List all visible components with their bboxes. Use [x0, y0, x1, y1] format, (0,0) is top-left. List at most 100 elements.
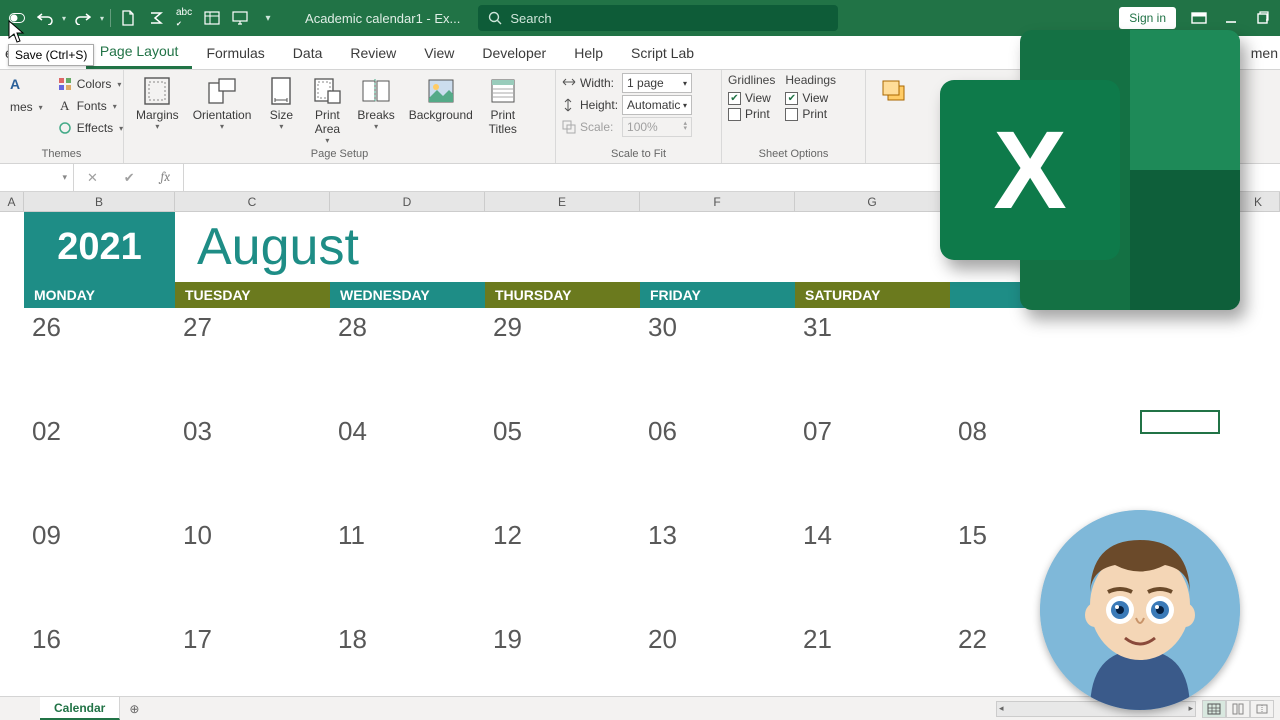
day-cell[interactable]: 05 [485, 412, 640, 516]
tab-formulas[interactable]: Formulas [192, 36, 278, 69]
tab-data[interactable]: Data [279, 36, 337, 69]
gridlines-print-checkbox[interactable]: Print [728, 107, 775, 121]
fonts-dropdown[interactable]: AFonts▾ [53, 95, 127, 117]
search-box[interactable]: Search [478, 5, 838, 31]
day-cell[interactable]: 17First Day of [175, 620, 330, 696]
day-cell[interactable]: 20 [640, 620, 795, 696]
col-d[interactable]: D [330, 192, 485, 211]
dow-tue[interactable]: TUESDAY [175, 282, 330, 308]
day-cell[interactable]: 12 [485, 516, 640, 620]
cancel-icon[interactable]: ✕ [87, 170, 98, 186]
minimize-button[interactable] [1222, 9, 1240, 27]
orientation-button[interactable]: Orientation▾ [187, 73, 258, 132]
normal-view-icon[interactable] [1202, 700, 1226, 718]
day-cell[interactable]: 27 [175, 308, 330, 412]
height-dropdown[interactable]: Automatic▾ [622, 95, 692, 115]
dow-sat[interactable]: SATURDAY [795, 282, 950, 308]
day-cell[interactable]: 11 [330, 516, 485, 620]
orientation-icon [206, 75, 238, 107]
col-a[interactable]: A [0, 192, 24, 211]
col-k[interactable]: K [1237, 192, 1280, 211]
day-cell[interactable]: 18 [330, 620, 485, 696]
col-g[interactable]: G [795, 192, 950, 211]
breaks-button[interactable]: Breaks▾ [351, 73, 400, 132]
day-cell[interactable]: 10 [175, 516, 330, 620]
tab-comments-cut[interactable]: men [1247, 36, 1280, 69]
day-cell[interactable]: 30 [640, 308, 795, 412]
ribbon-display-icon[interactable] [1190, 9, 1208, 27]
page-layout-view-icon[interactable] [1226, 700, 1250, 718]
width-dropdown[interactable]: 1 page▾ [622, 73, 692, 93]
new-sheet-button[interactable]: ⊕ [120, 702, 148, 716]
col-b[interactable]: B [24, 192, 175, 211]
print-area-icon [311, 75, 343, 107]
tab-script-lab[interactable]: Script Lab [617, 36, 708, 69]
autosum-icon[interactable] [145, 7, 167, 29]
margins-icon [141, 75, 173, 107]
sheet-tab-calendar[interactable]: Calendar [40, 697, 120, 720]
col-f[interactable]: F [640, 192, 795, 211]
bring-forward-cut[interactable] [872, 73, 916, 109]
group-scale-to-fit: Width: 1 page▾ Height: Automatic▾ Scale:… [556, 70, 722, 163]
day-cell[interactable]: 04 [330, 412, 485, 516]
fx-icon[interactable]: fx [161, 170, 171, 185]
background-button[interactable]: Background [403, 73, 479, 125]
dow-wed[interactable]: WEDNESDAY [330, 282, 485, 308]
print-titles-button[interactable]: Print Titles [481, 73, 525, 139]
tab-developer[interactable]: Developer [468, 36, 560, 69]
redo-button[interactable] [72, 7, 94, 29]
autosave-toggle[interactable] [6, 7, 28, 29]
width-label: Width: [580, 76, 618, 90]
tab-review[interactable]: Review [336, 36, 410, 69]
size-button[interactable]: Size▾ [259, 73, 303, 132]
dow-fri[interactable]: FRIDAY [640, 282, 795, 308]
gridlines-view-checkbox[interactable]: ✔View [728, 91, 775, 105]
headings-view-checkbox[interactable]: ✔View [785, 91, 836, 105]
day-cell[interactable]: 03 [175, 412, 330, 516]
effects-dropdown[interactable]: Effects▾ [53, 117, 127, 139]
day-cell[interactable]: 19 [485, 620, 640, 696]
group-label-themes: Themes [6, 146, 117, 163]
save-tooltip: Save (Ctrl+S) [8, 44, 94, 66]
dow-mon[interactable]: MONDAY [24, 282, 175, 308]
tab-help[interactable]: Help [560, 36, 617, 69]
day-cell[interactable]: 06 [640, 412, 795, 516]
undo-button[interactable] [34, 7, 56, 29]
dow-thu[interactable]: THURSDAY [485, 282, 640, 308]
col-c[interactable]: C [175, 192, 330, 211]
tab-view[interactable]: View [410, 36, 468, 69]
new-file-icon[interactable] [117, 7, 139, 29]
enter-icon[interactable]: ✔ [124, 170, 135, 186]
day-cell[interactable]: 16 [24, 620, 175, 696]
margins-button[interactable]: Margins▾ [130, 73, 185, 132]
day-cell[interactable]: 28 [330, 308, 485, 412]
day-cell[interactable]: 02 [24, 412, 175, 516]
maximize-button[interactable] [1254, 9, 1272, 27]
colors-dropdown[interactable]: Colors▾ [53, 73, 127, 95]
day-cell[interactable]: 09 [24, 516, 175, 620]
sheet-tab-bar: Calendar ⊕ [0, 696, 1280, 720]
col-e[interactable]: E [485, 192, 640, 211]
signin-button[interactable]: Sign in [1119, 7, 1176, 29]
day-cell[interactable]: 26 [24, 308, 175, 412]
day-cell[interactable]: 21Assembly 10:00 [795, 620, 950, 696]
excel-logo-overlay: X [940, 30, 1240, 330]
page-break-view-icon[interactable] [1250, 700, 1274, 718]
day-cell[interactable]: 31 [795, 308, 950, 412]
spellcheck-icon[interactable]: abc✔ [173, 7, 195, 29]
day-cell[interactable]: 07 [795, 412, 950, 516]
day-cell[interactable]: 13 [640, 516, 795, 620]
print-area-button[interactable]: Print Area▾ [305, 73, 349, 145]
themes-aa-cut[interactable]: A [6, 73, 47, 95]
day-cell[interactable]: 08 [950, 412, 1107, 516]
headings-print-checkbox[interactable]: Print [785, 107, 836, 121]
year-cell[interactable]: 2021 [24, 212, 175, 282]
draw-table-icon[interactable] [201, 7, 223, 29]
name-box[interactable] [0, 164, 74, 191]
tab-page-layout[interactable]: Page Layout [86, 36, 193, 69]
qat-customize[interactable]: ▾ [257, 7, 279, 29]
themes-mes-cut[interactable]: mes▾ [6, 96, 47, 118]
day-cell[interactable]: 29 [485, 308, 640, 412]
screen-icon[interactable] [229, 7, 251, 29]
day-cell[interactable]: 14 [795, 516, 950, 620]
